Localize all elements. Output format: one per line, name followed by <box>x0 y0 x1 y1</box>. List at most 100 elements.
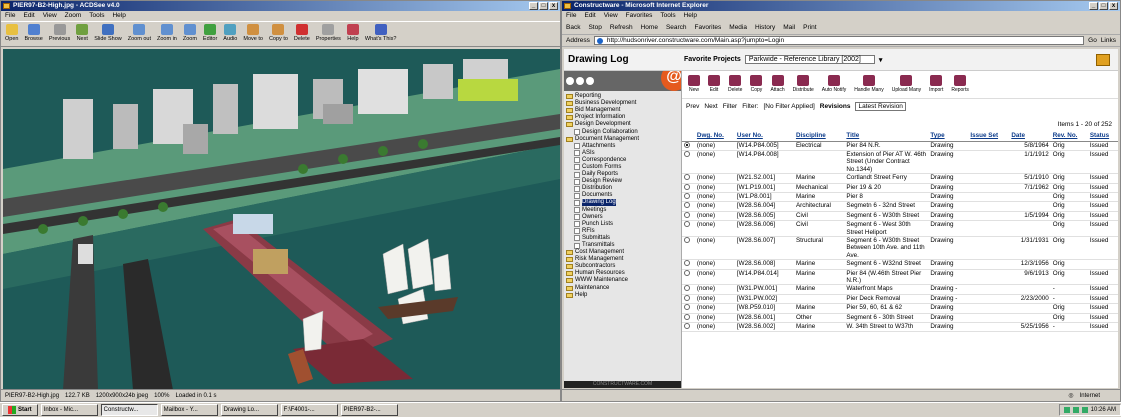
toolbar-audio-button[interactable]: Audio <box>223 24 237 44</box>
action-attach-button[interactable]: Attach <box>770 75 785 94</box>
row-radio[interactable] <box>684 141 690 148</box>
menu-view[interactable]: View <box>604 11 618 21</box>
table-row[interactable]: (none) [W28.S6.006] Civil Segment 6 - West … <box>682 220 1118 237</box>
toolbar-editor-button[interactable]: Editor <box>203 24 217 44</box>
toolbar-zoom-in-button[interactable]: Zoom in <box>157 24 177 44</box>
row-radio[interactable] <box>684 294 690 301</box>
toolbar-next-button[interactable]: Next <box>76 24 89 44</box>
taskbar-item[interactable]: Mailbox - Y... <box>160 404 218 416</box>
row-radio[interactable] <box>684 211 690 218</box>
nav-item-drawing-log[interactable]: Drawing Log <box>564 199 681 207</box>
address-input[interactable]: http://hudsonriver.constructware.com/Mai… <box>593 36 1085 45</box>
row-radio[interactable] <box>684 269 690 276</box>
menu-file[interactable]: File <box>566 11 576 21</box>
taskbar-item[interactable]: Inbox - Mic... <box>40 404 98 416</box>
toolbar-zoom-button[interactable]: Zoom <box>183 24 197 44</box>
row-radio[interactable] <box>684 202 690 209</box>
table-row[interactable]: (none) [W28.S6.004] Architectural Segmetn 6… <box>682 201 1118 212</box>
action-import-button[interactable]: Import <box>929 75 943 94</box>
toolbar-browse-button[interactable]: Browse <box>24 24 43 44</box>
ie-home-button[interactable]: Home <box>641 21 658 34</box>
action-reports-button[interactable]: Reports <box>951 75 969 94</box>
row-radio[interactable] <box>684 174 690 181</box>
table-row[interactable]: (none) [W14.P84.005] Electrical Pier 84 N.R… <box>682 141 1118 151</box>
prev-button[interactable]: Prev <box>686 103 699 110</box>
ie-print-button[interactable]: Print <box>803 21 816 34</box>
row-radio[interactable] <box>684 183 690 190</box>
row-radio[interactable] <box>684 192 690 199</box>
column-header-title[interactable]: Title <box>844 131 929 142</box>
home-icon[interactable] <box>566 77 574 85</box>
nav-item-design-review[interactable]: Design Review <box>564 178 681 185</box>
action-new-button[interactable]: New <box>688 75 700 94</box>
nav-item-owners[interactable]: Owners <box>564 214 681 221</box>
close-button[interactable]: x <box>1109 2 1118 10</box>
nav-item-daily-reports[interactable]: Daily Reports <box>564 171 681 178</box>
nav-item-www-maintenance[interactable]: WWW Maintenance <box>564 277 681 284</box>
nav-item-custom-forms[interactable]: Custom Forms <box>564 164 681 171</box>
tray-icon[interactable] <box>1081 407 1088 413</box>
nav-item-punch-lists[interactable]: Punch Lists <box>564 221 681 228</box>
column-header-issue-set[interactable]: Issue Set <box>968 131 1010 142</box>
links-button[interactable]: Links <box>1101 37 1120 44</box>
maximize-button[interactable]: □ <box>539 2 548 10</box>
ie-favorites-button[interactable]: Favorites <box>695 21 722 34</box>
toolbar-open-button[interactable]: Open <box>5 24 18 44</box>
nav-item-design-development[interactable]: Design Development <box>564 121 681 128</box>
action-edit-button[interactable]: Edit <box>708 75 720 94</box>
action-copy-button[interactable]: Copy <box>750 75 763 94</box>
menu-edit[interactable]: Edit <box>584 11 595 21</box>
table-row[interactable]: (none) [W28.S6.008] Marine Segment 6 - W32n… <box>682 259 1118 270</box>
nav-item-correspondence[interactable]: Correspondence <box>564 157 681 164</box>
nav-item-human-resources[interactable]: Human Resources <box>564 270 681 277</box>
toolbar-slide-show-button[interactable]: Slide Show <box>94 24 122 44</box>
chevron-down-icon[interactable]: ▾ <box>879 56 883 64</box>
menu-zoom[interactable]: Zoom <box>65 11 82 21</box>
nav-item-business-development[interactable]: Business Development <box>564 100 681 107</box>
row-radio[interactable] <box>684 236 690 243</box>
menu-help[interactable]: Help <box>112 11 125 21</box>
nav-item-rfis[interactable]: RFIs <box>564 228 681 235</box>
filter-button[interactable]: Filter <box>723 103 737 110</box>
tray-icon[interactable] <box>1072 407 1079 413</box>
nav-item-attachments[interactable]: Attachments <box>564 143 681 150</box>
table-row[interactable]: (none) [W1.P8.001] Marine Pier 8 Drawing Orig… <box>682 192 1118 203</box>
maximize-button[interactable]: □ <box>1099 2 1108 10</box>
row-radio[interactable] <box>684 150 690 157</box>
table-row[interactable]: (none) [W28.S6.005] Civil Segment 6 - W30th… <box>682 211 1118 222</box>
nav-item-subcontractors[interactable]: Subcontractors <box>564 263 681 270</box>
toolbar-help-button[interactable]: Help <box>346 24 359 44</box>
row-radio[interactable] <box>684 221 690 228</box>
minimize-button[interactable]: _ <box>1089 2 1098 10</box>
nav-item-document-management[interactable]: Document Management <box>564 136 681 143</box>
table-row[interactable]: (none) [W21.S2.001] Marine Cortlandt Street… <box>682 173 1118 184</box>
next-button[interactable]: Next <box>704 103 717 110</box>
action-delete-button[interactable]: Delete <box>728 75 742 94</box>
favorites-icon[interactable] <box>1096 53 1110 66</box>
tray-icon[interactable] <box>1063 407 1070 413</box>
nav-item-asis[interactable]: ASIs <box>564 150 681 157</box>
action-distribute-button[interactable]: Distribute <box>793 75 814 94</box>
table-row[interactable]: (none) [W31.PW.001] Marine Waterfront Maps D… <box>682 284 1118 295</box>
column-header-dwg-no[interactable]: Dwg. No. <box>694 131 735 142</box>
action-handle-many-button[interactable]: Handle Many <box>854 75 884 94</box>
row-radio[interactable] <box>684 313 690 320</box>
column-header-user-no[interactable]: User No. <box>734 131 794 142</box>
ie-history-button[interactable]: History <box>755 21 775 34</box>
toolbar-zoom-out-button[interactable]: Zoom out <box>128 24 151 44</box>
toolbar-copy-to-button[interactable]: Copy to <box>269 24 288 44</box>
menu-edit[interactable]: Edit <box>23 11 34 21</box>
column-header-rev-no[interactable]: Rev. No. <box>1050 131 1088 142</box>
toolbar-what-s-this-button[interactable]: What's This? <box>365 24 396 44</box>
toolbar-properties-button[interactable]: Properties <box>316 24 341 44</box>
table-row[interactable]: (none) [W31.PW.002] Pier Deck Removal Drawi… <box>682 294 1118 305</box>
ie-stop-button[interactable]: Stop <box>588 21 601 34</box>
nav-item-risk-management[interactable]: Risk Management <box>564 256 681 263</box>
toolbar-delete-button[interactable]: Delete <box>294 24 310 44</box>
minimize-button[interactable]: _ <box>529 2 538 10</box>
nav-item-project-information[interactable]: Project Information <box>564 114 681 121</box>
nav-item-meetings[interactable]: Meetings <box>564 207 681 214</box>
help-icon[interactable] <box>586 77 594 85</box>
row-radio[interactable] <box>684 285 690 292</box>
nav-item-cost-management[interactable]: Cost Management <box>564 249 681 256</box>
